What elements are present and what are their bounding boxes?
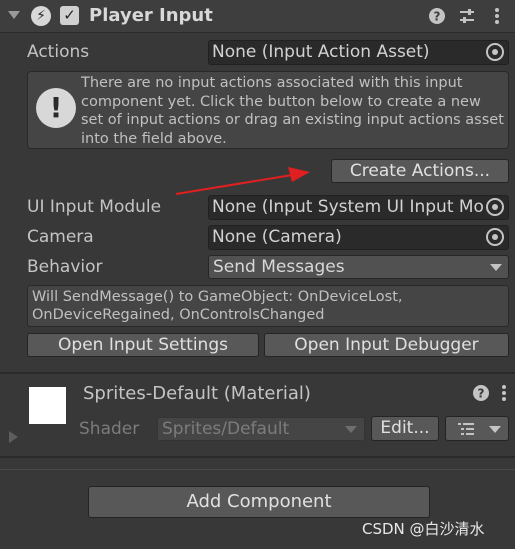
watermark-text: CSDN @白沙清水 — [362, 520, 485, 538]
camera-field[interactable]: None (Camera) — [208, 225, 509, 250]
shader-dropdown-value: Sprites/Default — [162, 419, 290, 439]
material-foldout-arrow-icon[interactable] — [9, 431, 18, 443]
help-icon[interactable]: ? — [471, 382, 491, 404]
actions-field[interactable]: None (Input Action Asset) — [208, 40, 509, 65]
help-box: ! There are no input actions associated … — [27, 71, 509, 149]
behavior-dropdown-value: Send Messages — [213, 257, 345, 277]
shader-label: Shader — [79, 419, 140, 439]
ui-input-module-field[interactable]: None (Input System UI Input Mo — [208, 195, 509, 220]
dropdown-caret-icon — [489, 426, 501, 433]
svg-text:?: ? — [434, 10, 441, 24]
info-box-text: Will SendMessage() to GameObject: OnDevi… — [32, 289, 403, 323]
shader-edit-button[interactable]: Edit... — [371, 416, 439, 441]
svg-text:?: ? — [478, 387, 485, 401]
object-picker-icon[interactable] — [486, 43, 504, 61]
open-input-settings-button[interactable]: Open Input Settings — [27, 333, 259, 357]
section-divider — [0, 469, 515, 470]
component-enabled-checkbox[interactable]: ✓ — [60, 6, 79, 25]
dropdown-caret-icon — [490, 264, 502, 271]
open-input-debugger-button[interactable]: Open Input Debugger — [264, 333, 509, 357]
object-picker-icon[interactable] — [486, 198, 504, 216]
object-picker-icon[interactable] — [486, 228, 504, 246]
ui-input-module-field-value: None (Input System UI Input Mo — [212, 197, 484, 217]
actions-field-value: None (Input Action Asset) — [212, 42, 430, 62]
kebab-menu-icon[interactable] — [497, 382, 511, 404]
warning-exclamation-icon: ! — [36, 88, 76, 128]
foldout-arrow-icon[interactable] — [8, 11, 20, 19]
material-preview-thumbnail[interactable] — [29, 387, 66, 424]
actions-label: Actions — [27, 42, 90, 62]
preset-sliders-icon[interactable] — [457, 5, 477, 27]
section-divider — [0, 456, 515, 458]
list-options-icon — [458, 423, 474, 435]
shader-dropdown: Sprites/Default — [157, 417, 365, 441]
dropdown-caret-icon — [345, 426, 357, 433]
behavior-label: Behavior — [27, 257, 103, 277]
help-icon[interactable]: ? — [427, 5, 447, 27]
behavior-dropdown[interactable]: Send Messages — [208, 255, 509, 279]
camera-field-value: None (Camera) — [212, 227, 342, 247]
camera-label: Camera — [27, 227, 94, 247]
create-actions-button[interactable]: Create Actions... — [331, 159, 509, 183]
player-input-icon: ⚡ — [31, 6, 51, 26]
component-title: Player Input — [89, 5, 213, 26]
shader-options-dropdown[interactable] — [445, 416, 509, 441]
add-component-button[interactable]: Add Component — [88, 486, 430, 518]
material-title: Sprites-Default (Material) — [83, 383, 311, 404]
info-box: Will SendMessage() to GameObject: OnDevi… — [27, 285, 509, 327]
component-divider — [0, 372, 515, 374]
annotation-arrow — [175, 167, 310, 195]
kebab-menu-icon[interactable] — [487, 5, 507, 27]
ui-input-module-label: UI Input Module — [27, 197, 162, 217]
help-box-text: There are no input actions associated wi… — [81, 75, 504, 147]
